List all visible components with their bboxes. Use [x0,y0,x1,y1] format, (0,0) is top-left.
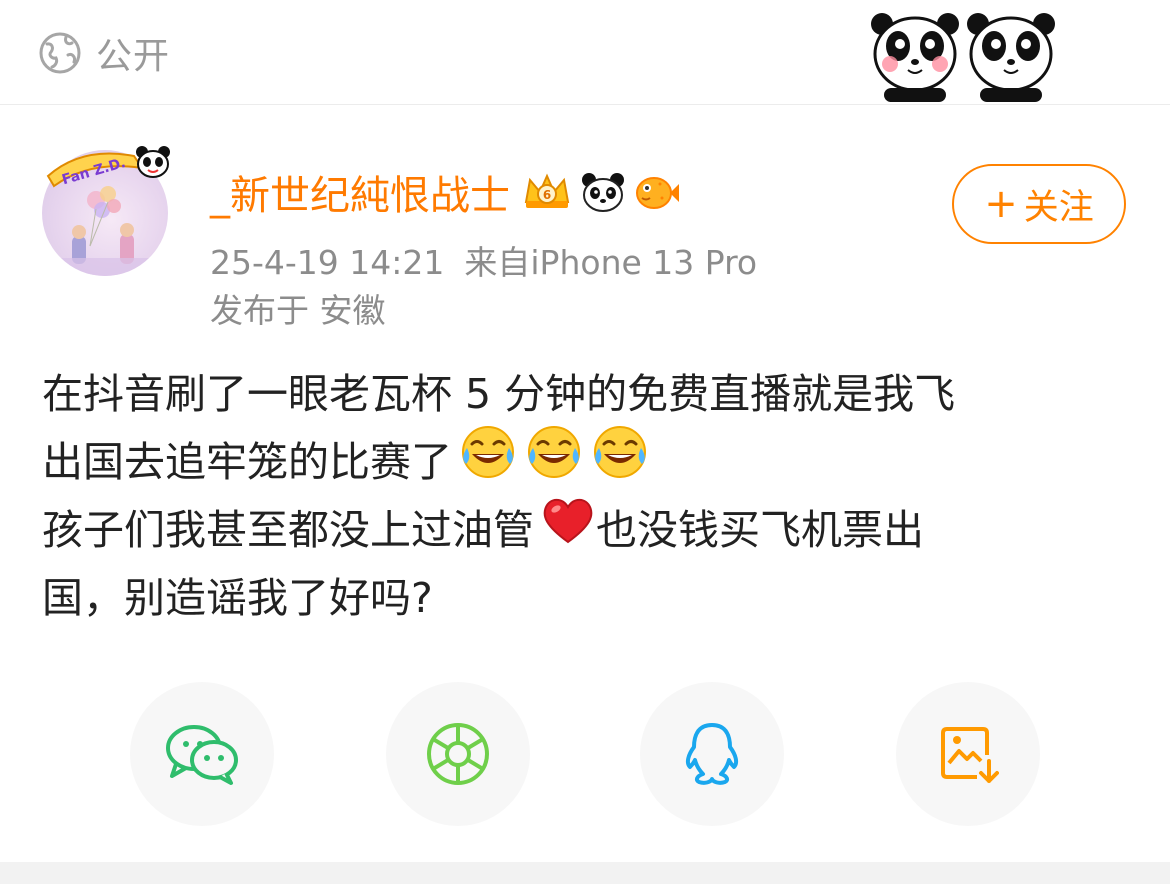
author-username[interactable]: _新世纪純恨战士 [210,163,510,221]
post-text: 出国去追牢笼的比赛了 [42,438,452,486]
save-image-button[interactable] [896,682,1040,826]
save-image-icon [937,723,999,785]
svg-text:6: 6 [543,188,551,202]
author-avatar[interactable]: Fan Z.D. [42,146,170,276]
post-content: 在抖音刷了一眼老瓦杯 5 分钟的免费直播就是我飞 出国去追牢笼的比赛了 孩子们我… [42,360,1132,632]
moments-icon [425,721,491,787]
laugh-cry-emoji-icon [458,424,518,500]
panda-sticker-decoration [866,8,1062,104]
follow-label: 关注 [1023,187,1094,228]
plus-icon: + [984,181,1018,227]
post-location: 发布于 安徽 [210,291,386,330]
heart-emoji-icon [540,494,596,566]
post-text: 在抖音刷了一眼老瓦杯 5 分钟的免费直播就是我飞 [42,370,956,418]
post-text: 国，别造谣我了好吗? [42,574,433,622]
author-row: _新世纪純恨战士 6 [210,162,680,222]
follow-button[interactable]: + 关注 [952,164,1126,244]
post-meta: 25-4-19 14:21 来自iPhone 13 Pro [210,236,757,284]
pufferfish-badge-icon[interactable] [632,172,680,212]
qq-icon [681,721,743,787]
visibility-label: 公开 [96,36,171,77]
visibility-indicator: 公开 [38,30,171,77]
post-line: 国，别造谣我了好吗? [42,564,1132,632]
moments-share-button[interactable] [386,682,530,826]
wechat-icon [164,722,240,786]
laugh-cry-emoji-icon [590,424,650,500]
post-line: 在抖音刷了一眼老瓦杯 5 分钟的免费直播就是我飞 [42,360,1132,428]
post-line: 孩子们我甚至都没上过油管 也没钱买飞机票出 [42,496,1132,564]
top-bar: 公开 [0,0,1170,105]
avatar-fan-badge: Fan Z.D. [42,138,172,198]
author-badges: 6 [520,171,680,213]
panda-badge-icon[interactable] [580,171,626,213]
laugh-cry-emoji-icon [524,424,584,500]
crown-level-badge-icon[interactable]: 6 [520,172,574,212]
wechat-share-button[interactable] [130,682,274,826]
post-text: 也没钱买飞机票出 [596,506,924,554]
post-timestamp: 25-4-19 14:21 [210,243,445,282]
globe-icon [38,31,82,75]
post-text: 孩子们我甚至都没上过油管 [42,506,534,554]
post-source: 来自iPhone 13 Pro [464,243,758,282]
qq-share-button[interactable] [640,682,784,826]
post-line: 出国去追牢笼的比赛了 [42,426,1132,496]
bottom-divider [0,862,1170,884]
